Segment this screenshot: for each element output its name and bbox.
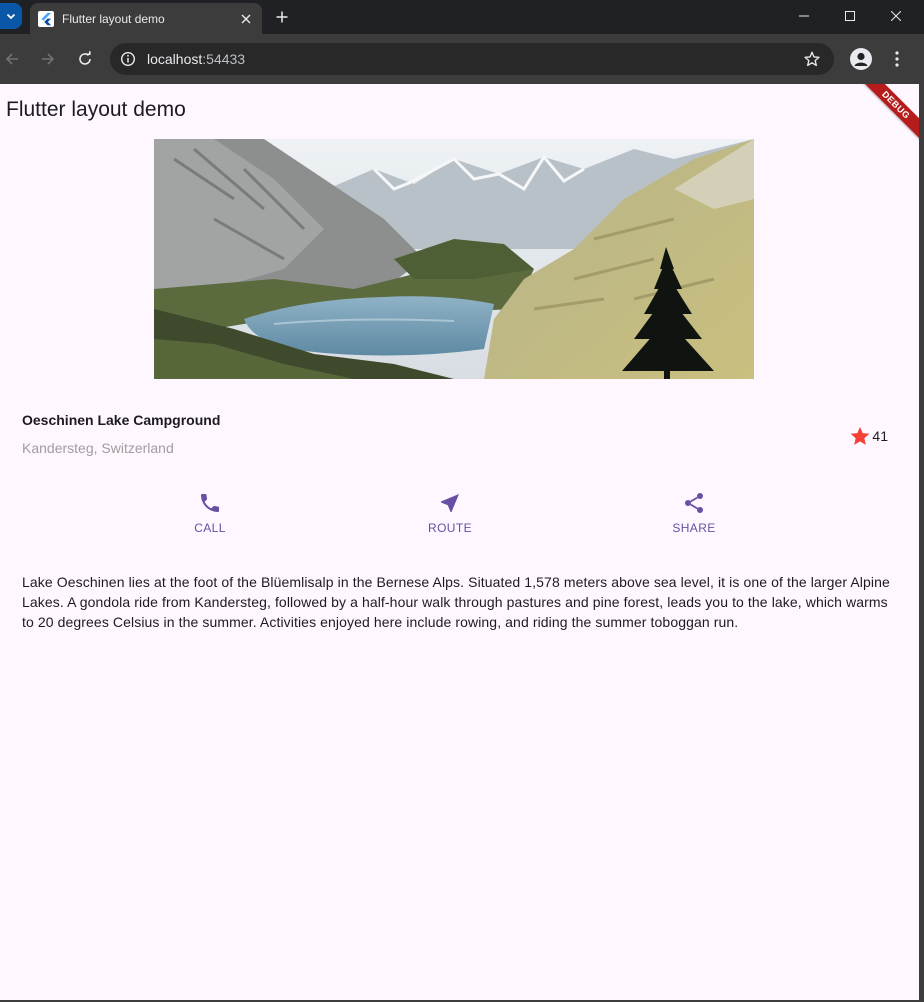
- description-text: Lake Oeschinen lies at the foot of the B…: [22, 574, 890, 630]
- browser-toolbar: localhost:54433: [0, 34, 924, 84]
- browser-tab[interactable]: Flutter layout demo: [30, 3, 262, 34]
- kebab-menu-icon: [895, 51, 899, 67]
- arrow-right-icon: [42, 53, 55, 65]
- app-page: Flutter layout demo DEBUG Oeschinen Lake…: [0, 84, 919, 1000]
- star-icon[interactable]: [802, 49, 822, 69]
- star-icon: [850, 426, 870, 445]
- campground-name: Oeschinen Lake Campground: [22, 412, 221, 428]
- title-section: Oeschinen Lake Campground Kandersteg, Sw…: [22, 412, 888, 456]
- phone-icon: [201, 494, 219, 512]
- url-port: :54433: [202, 51, 246, 67]
- close-window-button[interactable]: [873, 0, 919, 32]
- new-tab-button[interactable]: [270, 5, 294, 29]
- chevron-down-icon: [6, 13, 16, 20]
- app-bar-title: Flutter layout demo: [6, 98, 186, 121]
- tab-search-button[interactable]: [0, 3, 22, 29]
- reload-button[interactable]: [73, 47, 97, 71]
- arrow-left-icon: [5, 53, 18, 65]
- route-button[interactable]: ROUTE: [425, 491, 475, 535]
- route-label: ROUTE: [428, 521, 472, 535]
- reload-icon: [79, 51, 91, 65]
- rating: 41: [849, 425, 888, 447]
- profile-avatar-icon[interactable]: [850, 48, 872, 70]
- address-bar[interactable]: localhost:54433: [110, 43, 834, 75]
- call-label: CALL: [194, 521, 226, 535]
- share-icon: [685, 493, 703, 513]
- close-icon[interactable]: [236, 9, 256, 29]
- tab-strip: Flutter layout demo: [0, 0, 924, 34]
- info-icon[interactable]: [118, 49, 138, 69]
- share-button[interactable]: SHARE: [669, 491, 719, 535]
- back-button[interactable]: [0, 47, 24, 71]
- more-menu-button[interactable]: [886, 47, 908, 71]
- campground-location: Kandersteg, Switzerland: [22, 440, 174, 456]
- url-text[interactable]: localhost:54433: [147, 51, 245, 67]
- url-host: localhost: [147, 51, 203, 67]
- minimize-button[interactable]: [781, 0, 827, 32]
- share-label: SHARE: [672, 521, 716, 535]
- debug-banner: DEBUG: [855, 84, 919, 146]
- call-button[interactable]: CALL: [190, 491, 230, 535]
- forward-button[interactable]: [36, 47, 60, 71]
- near-me-icon: [441, 494, 459, 512]
- tab-title: Flutter layout demo: [62, 11, 165, 26]
- close-icon: [891, 11, 901, 21]
- flutter-logo-icon: [38, 10, 54, 27]
- window-edge: [919, 84, 924, 1002]
- minimize-icon: [799, 15, 809, 17]
- maximize-icon: [845, 11, 855, 21]
- debug-banner-label: DEBUG: [880, 89, 912, 121]
- plus-icon: [276, 11, 288, 23]
- lake-photo: [154, 139, 754, 379]
- maximize-button[interactable]: [827, 0, 873, 32]
- rating-count: 41: [872, 428, 888, 444]
